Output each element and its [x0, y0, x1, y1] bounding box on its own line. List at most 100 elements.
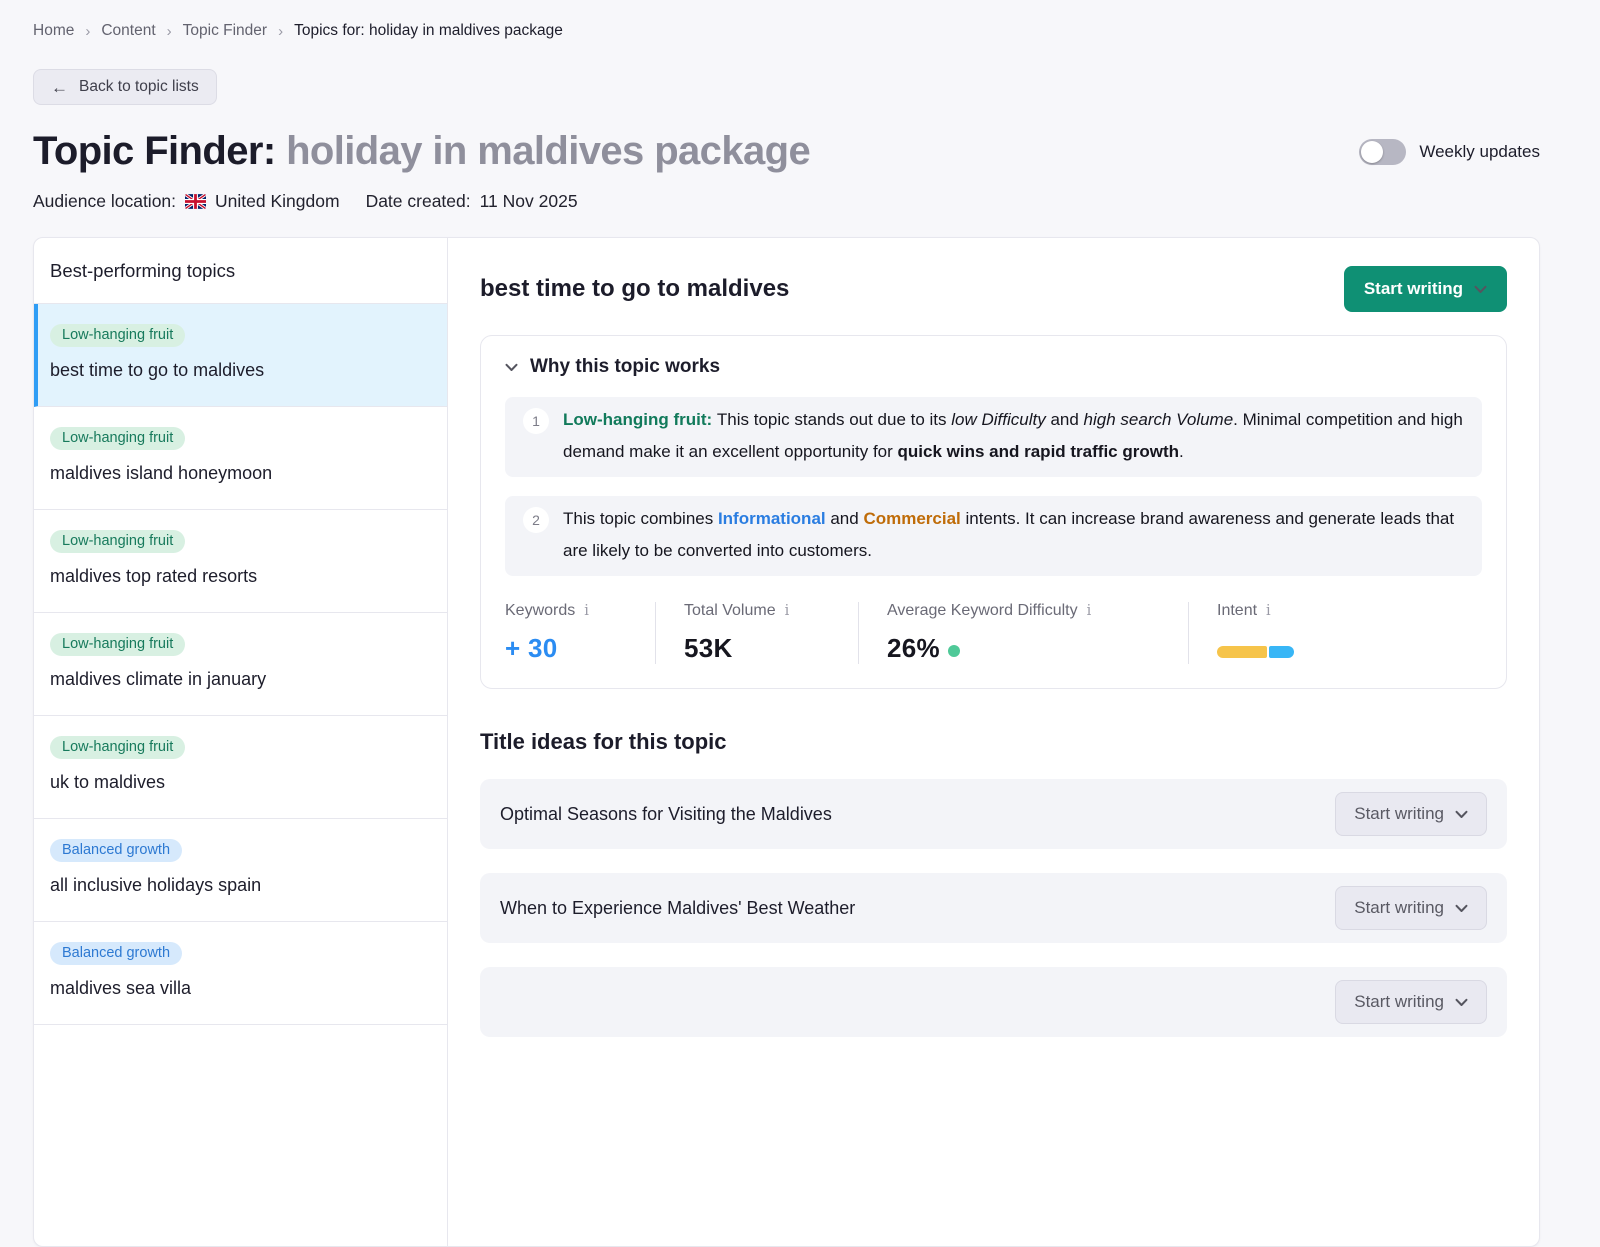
topic-label: uk to maldives	[50, 772, 431, 793]
title-ideas-heading: Title ideas for this topic	[480, 729, 1507, 755]
topic-label: all inclusive holidays spain	[50, 875, 431, 896]
start-writing-label: Start writing	[1354, 992, 1444, 1012]
topic-category-badge: Low-hanging fruit	[50, 427, 185, 450]
why-topic-works-header[interactable]: Why this topic works	[505, 356, 1482, 378]
breadcrumb-topic-finder[interactable]: Topic Finder	[183, 22, 267, 40]
stat-keyword-difficulty: Average Keyword Difficulty i 26%	[858, 602, 1188, 664]
topic-category-badge: Low-hanging fruit	[50, 530, 185, 553]
info-icon[interactable]: i	[785, 603, 790, 619]
title-idea-card: Optimal Seasons for Visiting the Maldive…	[480, 779, 1507, 849]
start-writing-idea-button[interactable]: Start writing	[1335, 980, 1487, 1024]
stat-intent: Intent i	[1188, 602, 1322, 664]
intent-informational-segment	[1269, 646, 1294, 658]
date-created-label: Date created:	[366, 191, 471, 212]
point-number-badge: 1	[523, 408, 549, 434]
start-writing-idea-button[interactable]: Start writing	[1335, 792, 1487, 836]
selected-topic-title: best time to go to maldives	[480, 275, 789, 303]
audience-location: Audience location: United Kingdom	[33, 191, 340, 212]
topic-label: maldives climate in january	[50, 669, 431, 690]
info-icon[interactable]: i	[584, 603, 589, 619]
keyword-difficulty-label: Average Keyword Difficulty	[887, 602, 1078, 620]
start-writing-idea-button[interactable]: Start writing	[1335, 886, 1487, 930]
audience-location-value: United Kingdom	[215, 191, 340, 212]
keywords-value: + 30	[505, 633, 627, 664]
title-idea-card: When to Experience Maldives' Best Weathe…	[480, 873, 1507, 943]
chevron-down-icon	[1455, 904, 1468, 913]
topic-category-badge: Low-hanging fruit	[50, 736, 185, 759]
breadcrumb-current: Topics for: holiday in maldives package	[294, 22, 563, 40]
chevron-down-icon	[1455, 998, 1468, 1007]
point-text: This topic combines Informational and Co…	[563, 503, 1464, 567]
toggle-knob	[1361, 141, 1383, 163]
topic-category-badge: Low-hanging fruit	[50, 324, 185, 347]
topic-label: maldives sea villa	[50, 978, 431, 999]
stat-keywords: Keywords i + 30	[505, 602, 655, 664]
audience-location-label: Audience location:	[33, 191, 176, 212]
keywords-label: Keywords	[505, 602, 575, 620]
topic-label: maldives island honeymoon	[50, 463, 431, 484]
title-idea-card: Start writing	[480, 967, 1507, 1037]
why-point: 2 This topic combines Informational and …	[505, 496, 1482, 576]
page: Home › Content › Topic Finder › Topics f…	[0, 0, 1600, 1247]
topics-card: Best-performing topics Low-hanging fruit…	[33, 237, 1540, 1247]
start-writing-label: Start writing	[1354, 898, 1444, 918]
start-writing-label: Start writing	[1354, 804, 1444, 824]
intent-label: Intent	[1217, 602, 1257, 620]
topic-list-item[interactable]: Low-hanging fruit maldives island honeym…	[34, 407, 447, 510]
topic-list-item[interactable]: Low-hanging fruit maldives climate in ja…	[34, 613, 447, 716]
topic-list-item[interactable]: Balanced growth all inclusive holidays s…	[34, 819, 447, 922]
difficulty-level-dot	[948, 645, 960, 657]
point-number-badge: 2	[523, 507, 549, 533]
why-point: 1 Low-hanging fruit: This topic stands o…	[505, 397, 1482, 477]
why-topic-works-card: Why this topic works 1 Low-hanging fruit…	[480, 335, 1507, 689]
breadcrumb-separator-icon: ›	[278, 23, 283, 40]
date-created: Date created: 11 Nov 2025	[366, 191, 578, 212]
breadcrumb-separator-icon: ›	[167, 23, 172, 40]
topic-category-badge: Balanced growth	[50, 839, 182, 862]
breadcrumb-home[interactable]: Home	[33, 22, 74, 40]
info-icon[interactable]: i	[1087, 603, 1092, 619]
title-idea-text: Optimal Seasons for Visiting the Maldive…	[500, 804, 832, 825]
keyword-difficulty-value: 26%	[887, 633, 940, 664]
back-to-topic-lists-button[interactable]: ← Back to topic lists	[33, 69, 217, 105]
point-text: Low-hanging fruit: This topic stands out…	[563, 404, 1464, 468]
intent-distribution-bar	[1217, 646, 1294, 658]
why-topic-works-title: Why this topic works	[530, 356, 720, 378]
best-topics-sidebar: Best-performing topics Low-hanging fruit…	[34, 238, 448, 1246]
topic-meta: Audience location: United Kingdom Date c…	[33, 191, 1540, 212]
topic-list-item[interactable]: Low-hanging fruit maldives top rated res…	[34, 510, 447, 613]
intent-commercial-segment	[1217, 646, 1267, 658]
start-writing-label: Start writing	[1364, 279, 1463, 299]
back-button-label: Back to topic lists	[79, 78, 199, 96]
topic-category-badge: Balanced growth	[50, 942, 182, 965]
collapse-chevron-icon	[505, 363, 518, 372]
topic-list-item[interactable]: Balanced growth maldives sea villa	[34, 922, 447, 1025]
stat-total-volume: Total Volume i 53K	[655, 602, 858, 664]
topic-category-badge: Low-hanging fruit	[50, 633, 185, 656]
breadcrumb: Home › Content › Topic Finder › Topics f…	[33, 0, 1540, 40]
topic-detail-pane: best time to go to maldives Start writin…	[448, 238, 1539, 1246]
weekly-updates-control: Weekly updates	[1359, 139, 1540, 165]
page-title: Topic Finder: holiday in maldives packag…	[33, 129, 810, 174]
page-title-prefix: Topic Finder:	[33, 129, 276, 173]
weekly-updates-label: Weekly updates	[1419, 142, 1540, 162]
sidebar-title: Best-performing topics	[34, 238, 447, 304]
title-idea-text: When to Experience Maldives' Best Weathe…	[500, 898, 855, 919]
page-title-query: holiday in maldives package	[286, 129, 810, 173]
start-writing-button[interactable]: Start writing	[1344, 266, 1507, 312]
weekly-updates-toggle[interactable]	[1359, 139, 1406, 165]
chevron-down-icon	[1474, 285, 1487, 294]
total-volume-value: 53K	[684, 633, 830, 664]
left-arrow-icon: ←	[51, 79, 68, 96]
total-volume-label: Total Volume	[684, 602, 776, 620]
info-icon[interactable]: i	[1266, 603, 1271, 619]
topic-list-item[interactable]: Low-hanging fruit best time to go to mal…	[34, 304, 447, 407]
topic-label: best time to go to maldives	[50, 360, 431, 381]
breadcrumb-content[interactable]: Content	[101, 22, 155, 40]
date-created-value: 11 Nov 2025	[480, 191, 578, 212]
topic-list-item[interactable]: Low-hanging fruit uk to maldives	[34, 716, 447, 819]
topic-label: maldives top rated resorts	[50, 566, 431, 587]
uk-flag-icon	[185, 194, 206, 209]
breadcrumb-separator-icon: ›	[85, 23, 90, 40]
topic-stats-row: Keywords i + 30 Total Volume i 53K	[505, 602, 1482, 664]
